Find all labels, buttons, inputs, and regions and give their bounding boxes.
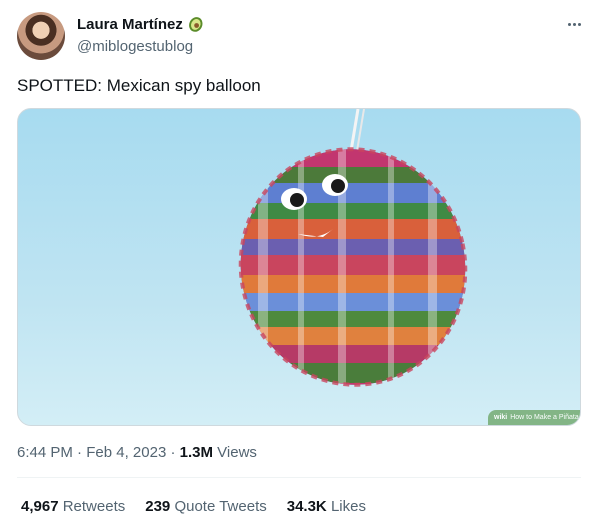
more-options-icon[interactable] [564, 14, 584, 34]
watermark-brand: wiki [494, 414, 508, 421]
engagement-stats: 4,967 Retweets 239 Quote Tweets 34.3K Li… [21, 498, 366, 515]
author-names: Laura Martínez @miblogestublog [77, 14, 205, 55]
retweets-stat[interactable]: 4,967 Retweets [21, 498, 125, 515]
pinata-image [218, 109, 488, 406]
tweet-time[interactable]: 6:44 PM [17, 444, 73, 461]
likes-label: Likes [330, 498, 366, 515]
avocado-icon [187, 15, 205, 33]
views-count: 1.3M [179, 444, 213, 461]
meta-separator: · [77, 444, 83, 461]
retweets-label: Retweets [62, 498, 126, 515]
retweets-count: 4,967 [21, 498, 59, 515]
watermark-text: How to Make a Piñata [510, 414, 579, 421]
views-label: Views [217, 444, 257, 461]
divider [17, 477, 581, 478]
tweet-media[interactable]: wiki How to Make a Piñata [17, 108, 581, 426]
avatar[interactable] [17, 12, 65, 60]
tweet-meta: 6:44 PM · Feb 4, 2023 · 1.3M Views [17, 444, 257, 461]
tweet-header: Laura Martínez @miblogestublog [17, 12, 584, 60]
quotes-count: 239 [145, 498, 171, 515]
author-handle[interactable]: @miblogestublog [77, 38, 205, 55]
tweet-text: SPOTTED: Mexican spy balloon [17, 76, 261, 95]
likes-stat[interactable]: 34.3K Likes [287, 498, 366, 515]
tweet-date[interactable]: Feb 4, 2023 [86, 444, 166, 461]
likes-count: 34.3K [286, 498, 327, 515]
tweet-card: Laura Martínez @miblogestublog SPOTTED: … [0, 0, 598, 527]
quote-tweets-stat[interactable]: 239 Quote Tweets [145, 498, 266, 515]
display-name[interactable]: Laura Martínez [77, 16, 183, 33]
quotes-label: Quote Tweets [174, 498, 267, 515]
meta-separator: · [170, 444, 176, 461]
display-name-row: Laura Martínez [77, 14, 205, 34]
media-watermark: wiki How to Make a Piñata [488, 410, 580, 425]
